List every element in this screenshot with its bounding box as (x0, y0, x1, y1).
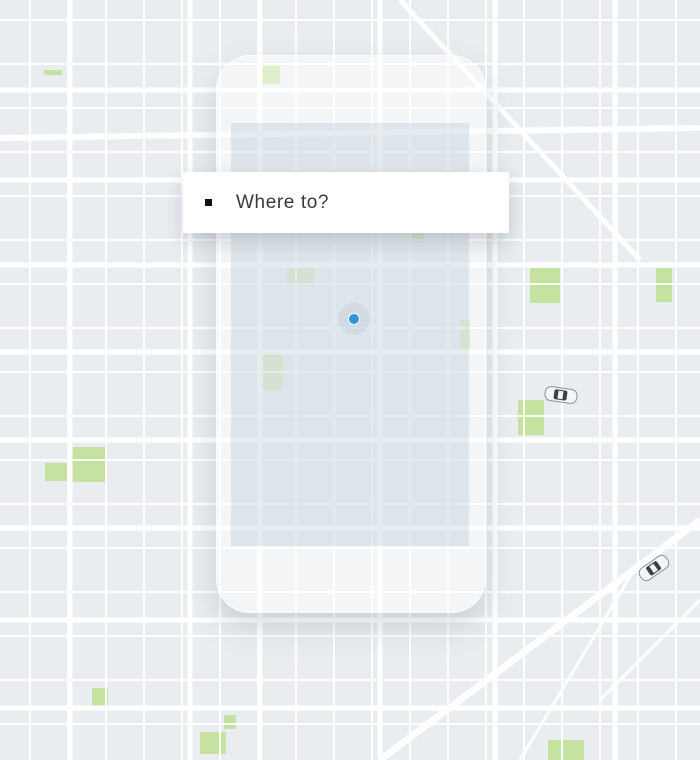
square-bullet-icon (205, 199, 212, 206)
search-placeholder: Where to? (236, 191, 330, 213)
location-dot-icon (349, 314, 359, 324)
destination-search[interactable]: Where to? (183, 172, 509, 233)
